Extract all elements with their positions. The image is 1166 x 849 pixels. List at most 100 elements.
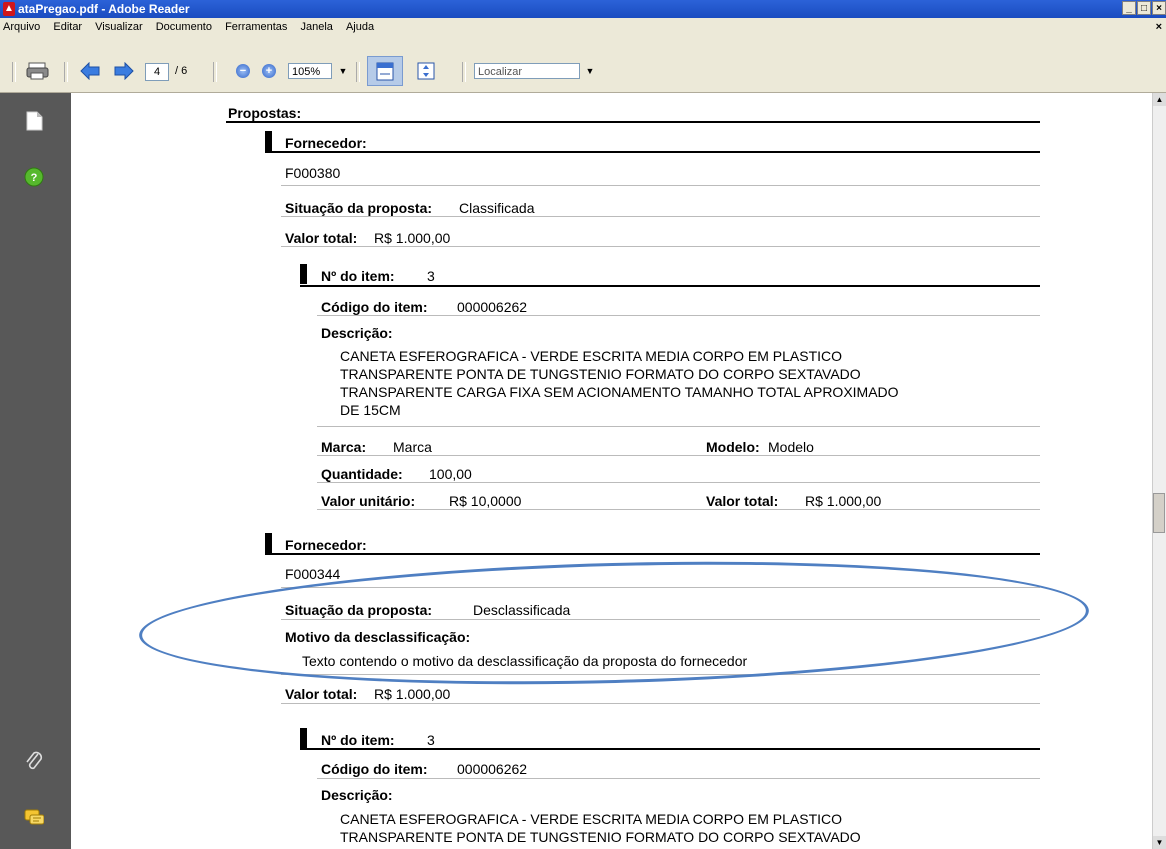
item-total-value: R$ 1.000,00 xyxy=(805,493,882,509)
next-page-icon[interactable] xyxy=(113,62,135,80)
status-label: Situação da proposta: xyxy=(285,200,433,216)
supplier-marker xyxy=(265,131,272,151)
description-line: TRANSPARENTE PONTA DE TUNGSTENIO FORMATO… xyxy=(340,829,861,845)
row-rule xyxy=(281,587,1040,588)
window-title: ataPregao.pdf - Adobe Reader xyxy=(18,2,190,16)
window-controls: _ □ × xyxy=(1122,1,1166,15)
maximize-button[interactable]: □ xyxy=(1137,1,1151,15)
menu-ferramentas[interactable]: Ferramentas xyxy=(225,21,287,33)
item-code-label: Código do item: xyxy=(321,761,428,777)
menu-arquivo[interactable]: Arquivo xyxy=(3,21,40,33)
description-label: Descrição: xyxy=(321,787,393,803)
document-close-icon[interactable]: × xyxy=(1156,18,1162,36)
close-button[interactable]: × xyxy=(1152,1,1166,15)
help-icon[interactable]: ? xyxy=(24,167,44,187)
item-marker xyxy=(300,728,307,748)
description-line: CANETA ESFEROGRAFICA - VERDE ESCRITA MED… xyxy=(340,811,843,827)
brand-label: Marca: xyxy=(321,439,367,455)
zoom-out-icon[interactable]: − xyxy=(236,64,250,78)
quantity-label: Quantidade: xyxy=(321,466,403,482)
row-rule xyxy=(281,674,1040,675)
adobe-reader-icon: ▲ xyxy=(3,2,15,16)
row-rule xyxy=(317,509,1040,510)
disqualification-reason-label: Motivo da desclassificação: xyxy=(285,629,471,645)
disqualification-reason-value: Texto contendo o motivo da desclassifica… xyxy=(302,653,748,669)
status-value: Desclassificada xyxy=(473,602,571,618)
zoom-dropdown-icon[interactable]: ▼ xyxy=(336,63,350,79)
row-rule xyxy=(317,455,1040,456)
item-code-value: 000006262 xyxy=(457,761,528,777)
menu-documento[interactable]: Documento xyxy=(156,21,212,33)
description-line: DE 15CM xyxy=(340,402,401,418)
svg-text:?: ? xyxy=(31,172,38,184)
scroll-thumb[interactable] xyxy=(1153,493,1165,533)
row-rule xyxy=(281,619,1040,620)
supplier-rule xyxy=(265,151,1040,153)
total-value: R$ 1.000,00 xyxy=(374,230,451,246)
row-rule xyxy=(317,482,1040,483)
minimize-button[interactable]: _ xyxy=(1122,1,1136,15)
fit-width-icon xyxy=(376,62,394,81)
unit-price-value: R$ 10,0000 xyxy=(449,493,522,509)
row-rule xyxy=(281,216,1040,217)
total-value: R$ 1.000,00 xyxy=(374,686,451,702)
menu-ajuda[interactable]: Ajuda xyxy=(346,21,374,33)
item-code-value: 000006262 xyxy=(457,299,528,315)
supplier-marker xyxy=(265,533,272,553)
menu-visualizar[interactable]: Visualizar xyxy=(95,21,143,33)
previous-page-icon[interactable] xyxy=(79,62,101,80)
page-total: / 6 xyxy=(175,65,188,77)
item-number-value: 3 xyxy=(427,732,435,748)
navigation-pane: ? xyxy=(0,93,71,849)
supplier-header: Fornecedor: xyxy=(285,537,367,553)
find-dropdown-icon[interactable]: ▼ xyxy=(583,63,597,79)
supplier-code: F000380 xyxy=(285,165,341,181)
brand-value: Marca xyxy=(393,439,432,455)
item-rule xyxy=(300,285,1040,287)
item-marker xyxy=(300,264,307,284)
scroll-down-icon[interactable]: ▼ xyxy=(1153,836,1166,849)
description-line: CANETA ESFEROGRAFICA - VERDE ESCRITA MED… xyxy=(340,348,843,364)
quantity-value: 100,00 xyxy=(429,466,472,482)
document-page: Propostas: Fornecedor: F000380 Situação … xyxy=(71,93,1153,849)
total-label: Valor total: xyxy=(285,686,358,702)
description-label: Descrição: xyxy=(321,325,393,341)
description-line: TRANSPARENTE PONTA DE TUNGSTENIO FORMATO… xyxy=(340,366,861,382)
supplier-rule xyxy=(265,553,1040,555)
toolbar-separator xyxy=(64,62,68,82)
scroll-up-icon[interactable]: ▲ xyxy=(1153,93,1166,106)
item-number-value: 3 xyxy=(427,268,435,284)
pages-icon[interactable] xyxy=(24,111,44,131)
section-title: Propostas: xyxy=(228,105,302,121)
print-icon[interactable] xyxy=(26,61,50,81)
fit-width-button[interactable] xyxy=(367,56,403,86)
comments-icon[interactable] xyxy=(24,809,44,829)
zoom-level-field[interactable]: 105% xyxy=(288,63,332,79)
description-line: TRANSPARENTE CARGA FIXA SEM ACIONAMENTO … xyxy=(340,384,899,400)
item-total-label: Valor total: xyxy=(706,493,779,509)
item-code-label: Código do item: xyxy=(321,299,428,315)
total-label: Valor total: xyxy=(285,230,358,246)
model-label: Modelo: xyxy=(706,439,760,455)
item-number-label: Nº do item: xyxy=(321,268,395,284)
attachment-icon[interactable] xyxy=(24,750,44,770)
item-number-label: Nº do item: xyxy=(321,732,395,748)
toolbar-separator xyxy=(462,62,466,82)
menu-editar[interactable]: Editar xyxy=(53,21,82,33)
row-rule xyxy=(317,315,1040,316)
row-rule xyxy=(317,426,1040,427)
fit-page-icon[interactable] xyxy=(416,61,436,81)
toolbar-separator xyxy=(356,62,360,82)
toolbar-separator xyxy=(12,62,16,82)
find-input[interactable]: Localizar xyxy=(474,63,580,79)
section-rule xyxy=(226,121,1040,123)
row-rule xyxy=(281,185,1040,186)
vertical-scrollbar[interactable]: ▲ ▼ xyxy=(1152,93,1166,849)
page-number-input[interactable]: 4 xyxy=(145,63,169,81)
toolbar-separator xyxy=(213,62,217,82)
menu-janela[interactable]: Janela xyxy=(300,21,332,33)
zoom-in-icon[interactable]: + xyxy=(262,64,276,78)
title-bar: ▲ ataPregao.pdf - Adobe Reader _ □ × xyxy=(0,0,1166,18)
status-label: Situação da proposta: xyxy=(285,602,433,618)
supplier-header: Fornecedor: xyxy=(285,135,367,151)
